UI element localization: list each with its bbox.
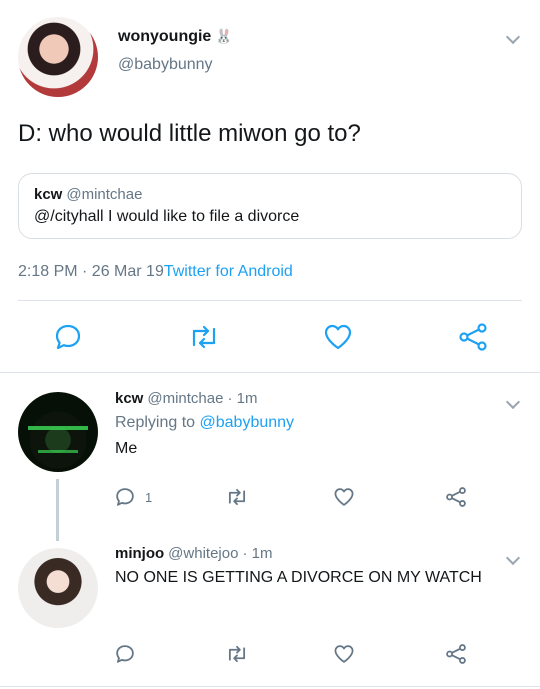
divider	[0, 372, 540, 373]
reply-age: · 1m	[227, 390, 258, 407]
avatar-image-detail	[38, 450, 78, 453]
reply-age: · 1m	[242, 545, 273, 562]
like-icon[interactable]	[323, 323, 353, 351]
divider	[0, 686, 540, 687]
retweet-icon[interactable]	[188, 323, 220, 351]
reply-text: Me	[115, 440, 138, 457]
reply-handle: @mintchae	[147, 390, 224, 407]
chevron-down-icon[interactable]	[505, 394, 521, 410]
like-icon[interactable]	[333, 644, 355, 664]
author-display-name[interactable]: wonyoungie 🐰	[118, 28, 233, 46]
bunny-emoji-icon: 🐰	[215, 28, 233, 44]
reply-icon[interactable]	[115, 487, 135, 507]
author-handle[interactable]: @babybunny	[118, 56, 213, 74]
quoted-tweet[interactable]: kcw @mintchae @/cityhall I would like to …	[18, 173, 522, 239]
avatar-image-detail	[28, 426, 88, 430]
reply-icon[interactable]	[115, 644, 135, 664]
reply-text: NO ONE IS GETTING A DIVORCE ON MY WATCH	[115, 569, 482, 586]
replying-to-label: Replying to	[115, 414, 196, 431]
replying-to-handle[interactable]: @babybunny	[200, 414, 295, 431]
reply-display-name: kcw	[115, 390, 144, 407]
reply-display-name: minjoo	[115, 545, 165, 562]
share-icon[interactable]	[445, 644, 467, 664]
tweet-timestamp[interactable]: 2:18 PM · 26 Mar 19	[18, 263, 164, 280]
reply-icon[interactable]	[54, 323, 82, 351]
tweet-meta: 2:18 PM · 26 Mar 19Twitter for Android	[18, 263, 293, 281]
replying-to: Replying to @babybunny	[115, 414, 294, 432]
retweet-icon[interactable]	[225, 487, 249, 507]
share-icon[interactable]	[445, 487, 467, 507]
quoted-author: kcw @mintchae	[34, 186, 142, 203]
chevron-down-icon[interactable]	[505, 29, 521, 45]
reply-avatar[interactable]	[18, 548, 98, 628]
quoted-text: @/cityhall I would like to file a divorc…	[34, 208, 300, 225]
like-icon[interactable]	[333, 487, 355, 507]
thread-connector-line	[56, 479, 59, 541]
reply-author[interactable]: kcw @mintchae · 1m	[115, 390, 257, 407]
author-avatar[interactable]	[18, 17, 98, 97]
share-icon[interactable]	[458, 323, 488, 351]
divider	[18, 300, 522, 301]
reply-author[interactable]: minjoo @whitejoo · 1m	[115, 545, 272, 562]
retweet-icon[interactable]	[225, 644, 249, 664]
reply-handle: @whitejoo	[168, 545, 239, 562]
quoted-handle: @mintchae	[66, 186, 143, 203]
reply-count: 1	[145, 490, 153, 505]
author-name-text: wonyoungie	[118, 28, 212, 45]
reply-avatar[interactable]	[18, 392, 98, 472]
quoted-display-name: kcw	[34, 186, 63, 203]
tweet-text: D: who would little miwon go to?	[18, 120, 361, 147]
chevron-down-icon[interactable]	[505, 550, 521, 566]
tweet-source-link[interactable]: Twitter for Android	[164, 263, 293, 280]
